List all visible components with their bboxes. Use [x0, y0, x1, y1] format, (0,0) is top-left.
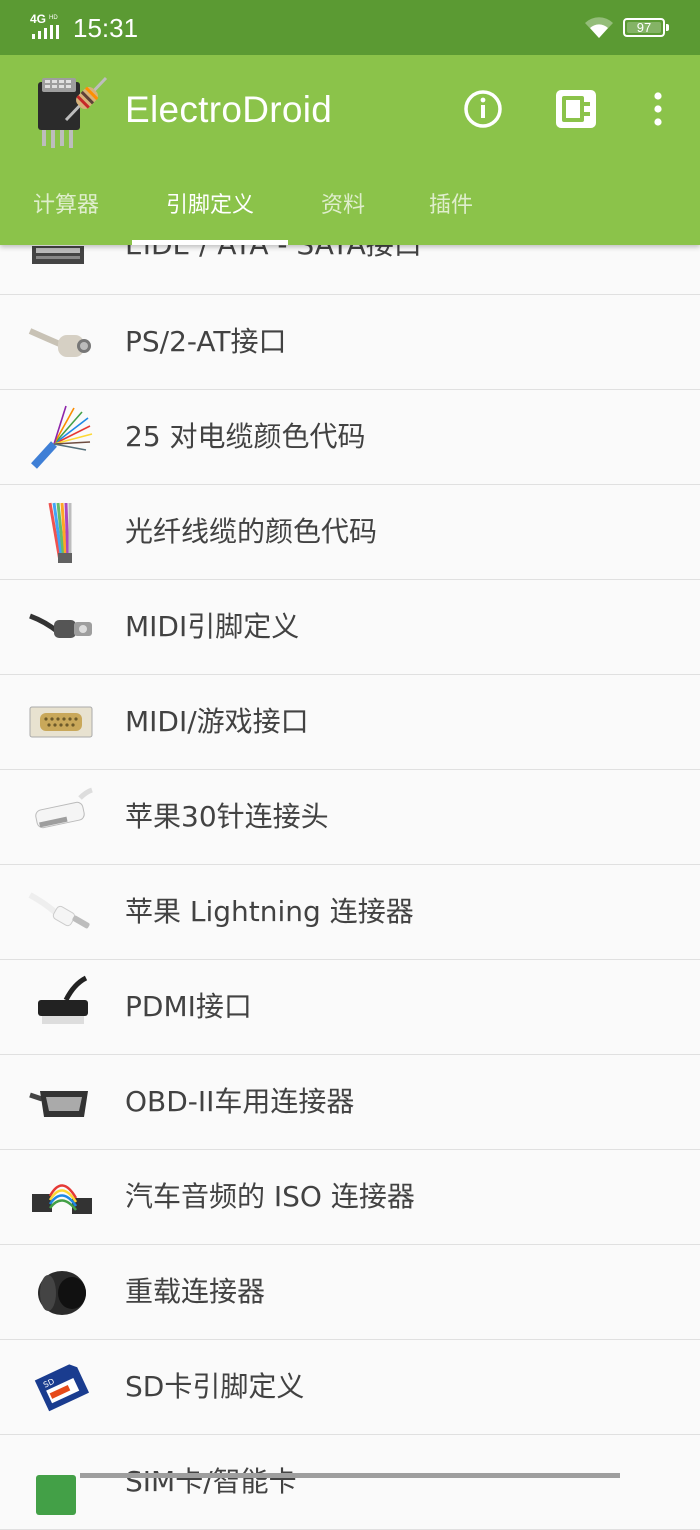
- list-item[interactable]: MIDI/游戏接口: [0, 675, 700, 770]
- list-item-label: SIM卡/智能卡: [125, 1465, 297, 1498]
- list-item-label: 25 对电缆颜色代码: [125, 420, 366, 453]
- tab-label: 插件: [428, 193, 473, 218]
- list-item-label: OBD-II车用连接器: [125, 1085, 355, 1118]
- list-item[interactable]: SIM卡/智能卡: [0, 1435, 700, 1530]
- clock-time: 15:31: [73, 13, 139, 43]
- lightning-cable-icon: [28, 892, 90, 929]
- svg-text:HD: HD: [49, 15, 58, 21]
- plugin-button[interactable]: [554, 85, 598, 133]
- app-bar: ElectroDroid 计算器 引脚定义 资料 插件: [0, 55, 700, 245]
- battery-level: 97: [636, 20, 652, 35]
- heavy-duty-connector-icon: [38, 1271, 86, 1315]
- list-item-label: 光纤线缆的颜色代码: [125, 515, 378, 548]
- status-bar: 4G HD 15:31 97: [0, 0, 700, 55]
- tab-plugins[interactable]: 插件: [398, 175, 504, 245]
- list-item[interactable]: 重载连接器: [0, 1245, 700, 1340]
- plugin-icon: [556, 90, 596, 128]
- list-item-label: 苹果30针连接头: [125, 800, 329, 833]
- battery-tip: [666, 24, 669, 31]
- obd2-connector-icon: [29, 1091, 88, 1117]
- list-item[interactable]: 光纤线缆的颜色代码: [0, 485, 700, 580]
- electrodroid-logo-icon: [38, 76, 108, 148]
- svg-text:4G: 4G: [30, 12, 46, 26]
- list-item[interactable]: PS/2-AT接口: [0, 295, 700, 390]
- list-item-label: 重载连接器: [125, 1275, 266, 1308]
- scroll-indicator: [80, 1473, 620, 1478]
- list-item-label: MIDI/游戏接口: [125, 705, 309, 738]
- more-options-button[interactable]: [636, 85, 680, 133]
- sim-card-icon: [36, 1475, 76, 1515]
- list-item-label: 汽车音频的 ISO 连接器: [125, 1180, 415, 1213]
- list-item-label: MIDI引脚定义: [125, 610, 300, 643]
- tab-bar: 计算器 引脚定义 资料 插件: [0, 175, 700, 245]
- multi-pair-cable-icon: [31, 405, 93, 469]
- list-item[interactable]: 苹果30针连接头: [0, 770, 700, 865]
- info-button[interactable]: [461, 85, 505, 133]
- iso-car-audio-icon: [32, 1184, 92, 1214]
- wifi-icon: [585, 17, 613, 38]
- apple-30pin-icon: [35, 787, 93, 829]
- tab-label: 计算器: [32, 193, 99, 218]
- info-icon: [464, 90, 502, 128]
- list-item[interactable]: PDMI接口: [0, 960, 700, 1055]
- midi-cable-icon: [29, 613, 92, 638]
- list-item[interactable]: 苹果 Lightning 连接器: [0, 865, 700, 960]
- list-item-label: SD卡引脚定义: [125, 1370, 305, 1403]
- list-item[interactable]: MIDI引脚定义: [0, 580, 700, 675]
- tab-indicator: [132, 240, 288, 245]
- battery-icon: 97: [623, 18, 665, 37]
- more-vert-icon: [654, 92, 662, 126]
- app-title: ElectroDroid: [125, 89, 333, 130]
- tab-pinouts[interactable]: 引脚定义: [132, 175, 288, 245]
- fiber-cable-icon: [48, 502, 72, 563]
- db15-connector-icon: [29, 706, 93, 738]
- list-item[interactable]: SD SD卡引脚定义: [0, 1340, 700, 1435]
- ps2-connector-icon: [28, 328, 91, 357]
- sd-card-icon: SD: [34, 1364, 90, 1412]
- list-item-label: 苹果 Lightning 连接器: [125, 895, 414, 928]
- tab-resources[interactable]: 资料: [288, 175, 398, 245]
- list-item-label: PS/2-AT接口: [125, 325, 287, 358]
- cellular-signal-icon: 4G HD: [30, 12, 59, 39]
- tab-label: 资料: [320, 193, 365, 218]
- list-item[interactable]: OBD-II车用连接器: [0, 1055, 700, 1150]
- tab-calculator[interactable]: 计算器: [0, 175, 132, 245]
- list-item-label: PDMI接口: [125, 990, 252, 1023]
- list-item[interactable]: 25 对电缆颜色代码: [0, 390, 700, 485]
- pdmi-cable-icon: [38, 975, 88, 1024]
- tab-label: 引脚定义: [165, 193, 254, 218]
- list-item[interactable]: 汽车音频的 ISO 连接器: [0, 1150, 700, 1245]
